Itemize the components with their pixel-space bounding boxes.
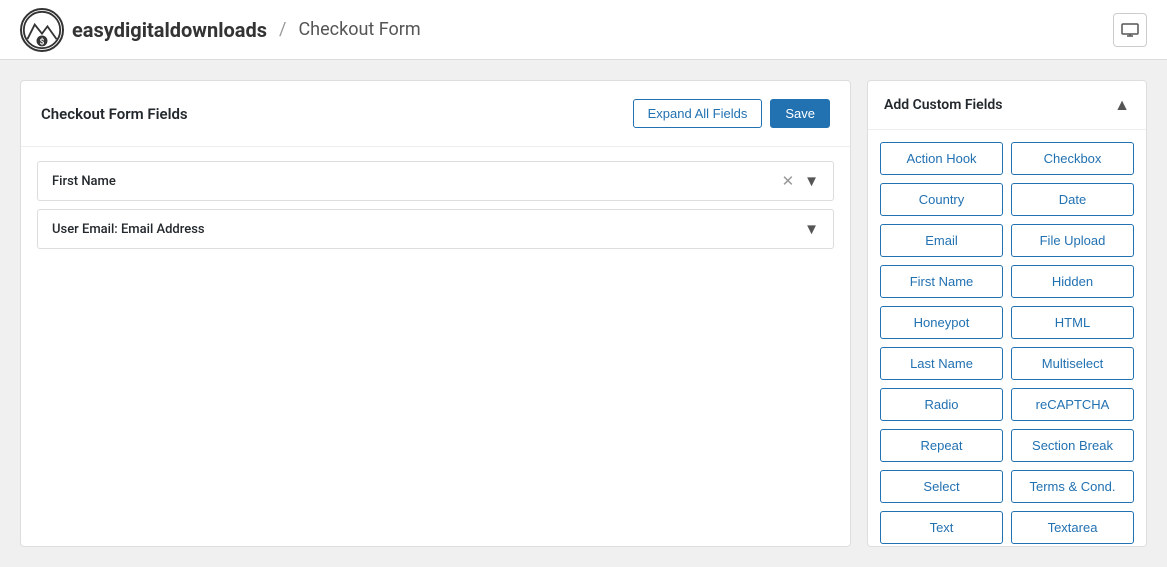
custom-field-button-checkbox[interactable]: Checkbox [1011,142,1134,175]
collapse-icon[interactable]: ▲ [1114,95,1130,115]
logo-text-bold: digitaldownloads [114,18,267,42]
header-left: $ easydigitaldownloads / Checkout Form [20,8,421,52]
custom-field-button-multiselect[interactable]: Multiselect [1011,347,1134,380]
custom-field-button-first-name[interactable]: First Name [880,265,1003,298]
field-expand-button[interactable]: ▼ [804,220,819,238]
fields-list: First Name✕▼User Email: Email Address▼ [21,147,850,263]
field-remove-button[interactable]: ✕ [782,174,795,189]
custom-field-button-last-name[interactable]: Last Name [880,347,1003,380]
field-expand-button[interactable]: ▼ [804,172,819,190]
custom-field-button-date[interactable]: Date [1011,183,1134,216]
panel-header: Checkout Form Fields Expand All Fields S… [21,81,850,147]
custom-field-button-hidden[interactable]: Hidden [1011,265,1134,298]
field-label: User Email: Email Address [52,222,205,237]
breadcrumb-page: Checkout Form [298,19,420,40]
panel-actions: Expand All Fields Save [633,99,830,128]
right-panel-title: Add Custom Fields [884,97,1002,113]
header: $ easydigitaldownloads / Checkout Form [0,0,1167,60]
left-panel: Checkout Form Fields Expand All Fields S… [20,80,851,547]
custom-field-button-section-break[interactable]: Section Break [1011,429,1134,462]
custom-field-button-text[interactable]: Text [880,511,1003,544]
custom-field-button-textarea[interactable]: Textarea [1011,511,1134,544]
monitor-icon [1121,23,1139,37]
svg-text:$: $ [40,36,45,46]
logo: $ easydigitaldownloads / Checkout Form [20,8,421,52]
panel-title: Checkout Form Fields [41,105,188,123]
preview-button[interactable] [1113,13,1147,47]
custom-field-button-honeypot[interactable]: Honeypot [880,306,1003,339]
custom-field-button-action-hook[interactable]: Action Hook [880,142,1003,175]
right-panel-header: Add Custom Fields ▲ [868,81,1146,130]
custom-field-button-repeat[interactable]: Repeat [880,429,1003,462]
field-row: First Name✕▼ [37,161,834,201]
custom-fields-grid: Action HookCheckboxCountryDateEmailFile … [868,130,1146,547]
breadcrumb-separator: / [279,19,286,40]
custom-field-button-country[interactable]: Country [880,183,1003,216]
custom-field-button-recaptcha[interactable]: reCAPTCHA [1011,388,1134,421]
main-layout: Checkout Form Fields Expand All Fields S… [0,60,1167,567]
logo-text-light: easy [72,18,114,42]
field-controls: ▼ [804,220,819,238]
custom-field-button-radio[interactable]: Radio [880,388,1003,421]
custom-field-button-select[interactable]: Select [880,470,1003,503]
custom-field-button-file-upload[interactable]: File Upload [1011,224,1134,257]
field-controls: ✕▼ [782,172,819,190]
custom-field-button-terms---cond-[interactable]: Terms & Cond. [1011,470,1134,503]
logo-text: easydigitaldownloads [72,18,267,42]
field-row: User Email: Email Address ▼ [37,209,834,249]
right-panel: Add Custom Fields ▲ Action HookCheckboxC… [867,80,1147,547]
custom-field-button-html[interactable]: HTML [1011,306,1134,339]
save-button[interactable]: Save [770,99,830,128]
custom-field-button-email[interactable]: Email [880,224,1003,257]
field-label: First Name [52,174,116,189]
logo-icon: $ [20,8,64,52]
expand-all-button[interactable]: Expand All Fields [633,99,763,128]
